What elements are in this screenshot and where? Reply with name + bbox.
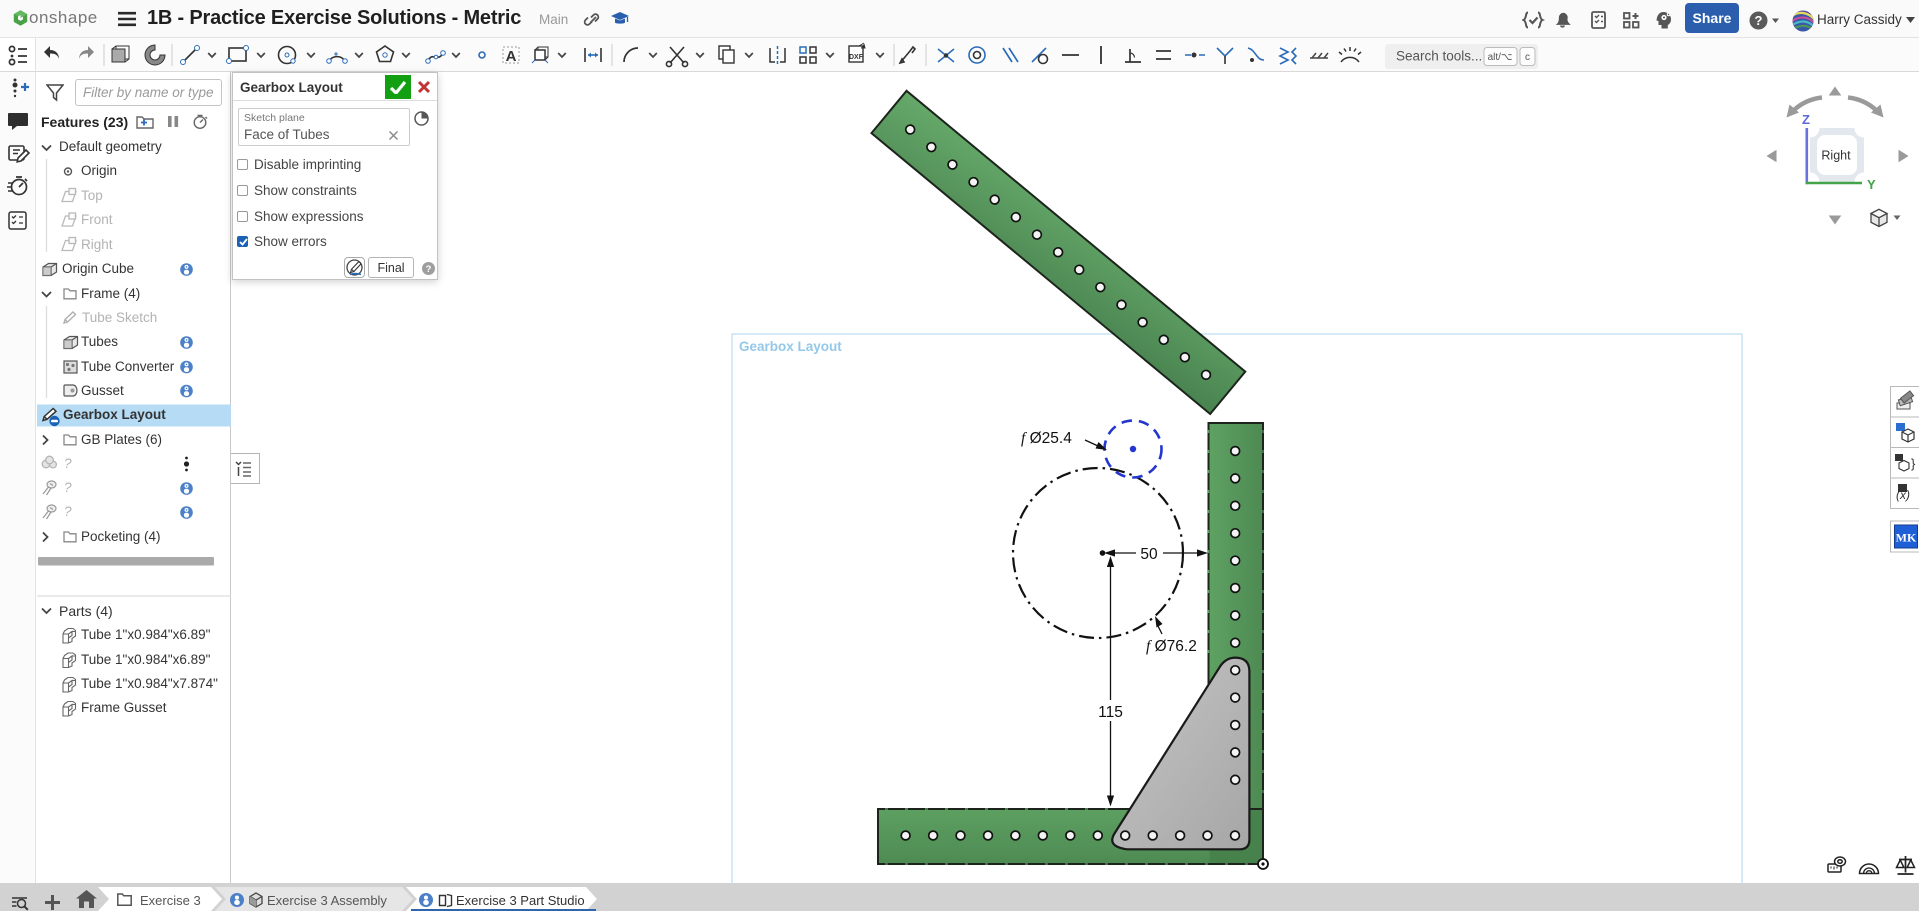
svg-text:?: ? (1755, 13, 1763, 28)
svg-text:f Ø76.2: f Ø76.2 (1146, 638, 1197, 655)
svg-text:50: 50 (1140, 546, 1158, 563)
svg-text:c: c (1525, 52, 1530, 63)
svg-text:Right: Right (1821, 149, 1851, 163)
svg-text:f Ø25.4: f Ø25.4 (1021, 430, 1072, 447)
svg-text:Y: Y (1867, 177, 1876, 192)
svg-text:(x): (x) (1896, 488, 1910, 502)
svg-text:Z: Z (1802, 112, 1810, 127)
svg-text:alt/⌥: alt/⌥ (1488, 52, 1513, 63)
svg-text:Gearbox Layout: Gearbox Layout (739, 339, 842, 354)
svg-text:Search tools...: Search tools... (1396, 49, 1482, 64)
svg-text:115: 115 (1098, 704, 1123, 721)
svg-text:?: ? (426, 264, 432, 275)
svg-text:DXF: DXF (849, 54, 864, 61)
svg-text:MK: MK (1896, 531, 1917, 545)
svg-text:A: A (506, 48, 517, 65)
svg-text:}: } (1911, 456, 1916, 471)
